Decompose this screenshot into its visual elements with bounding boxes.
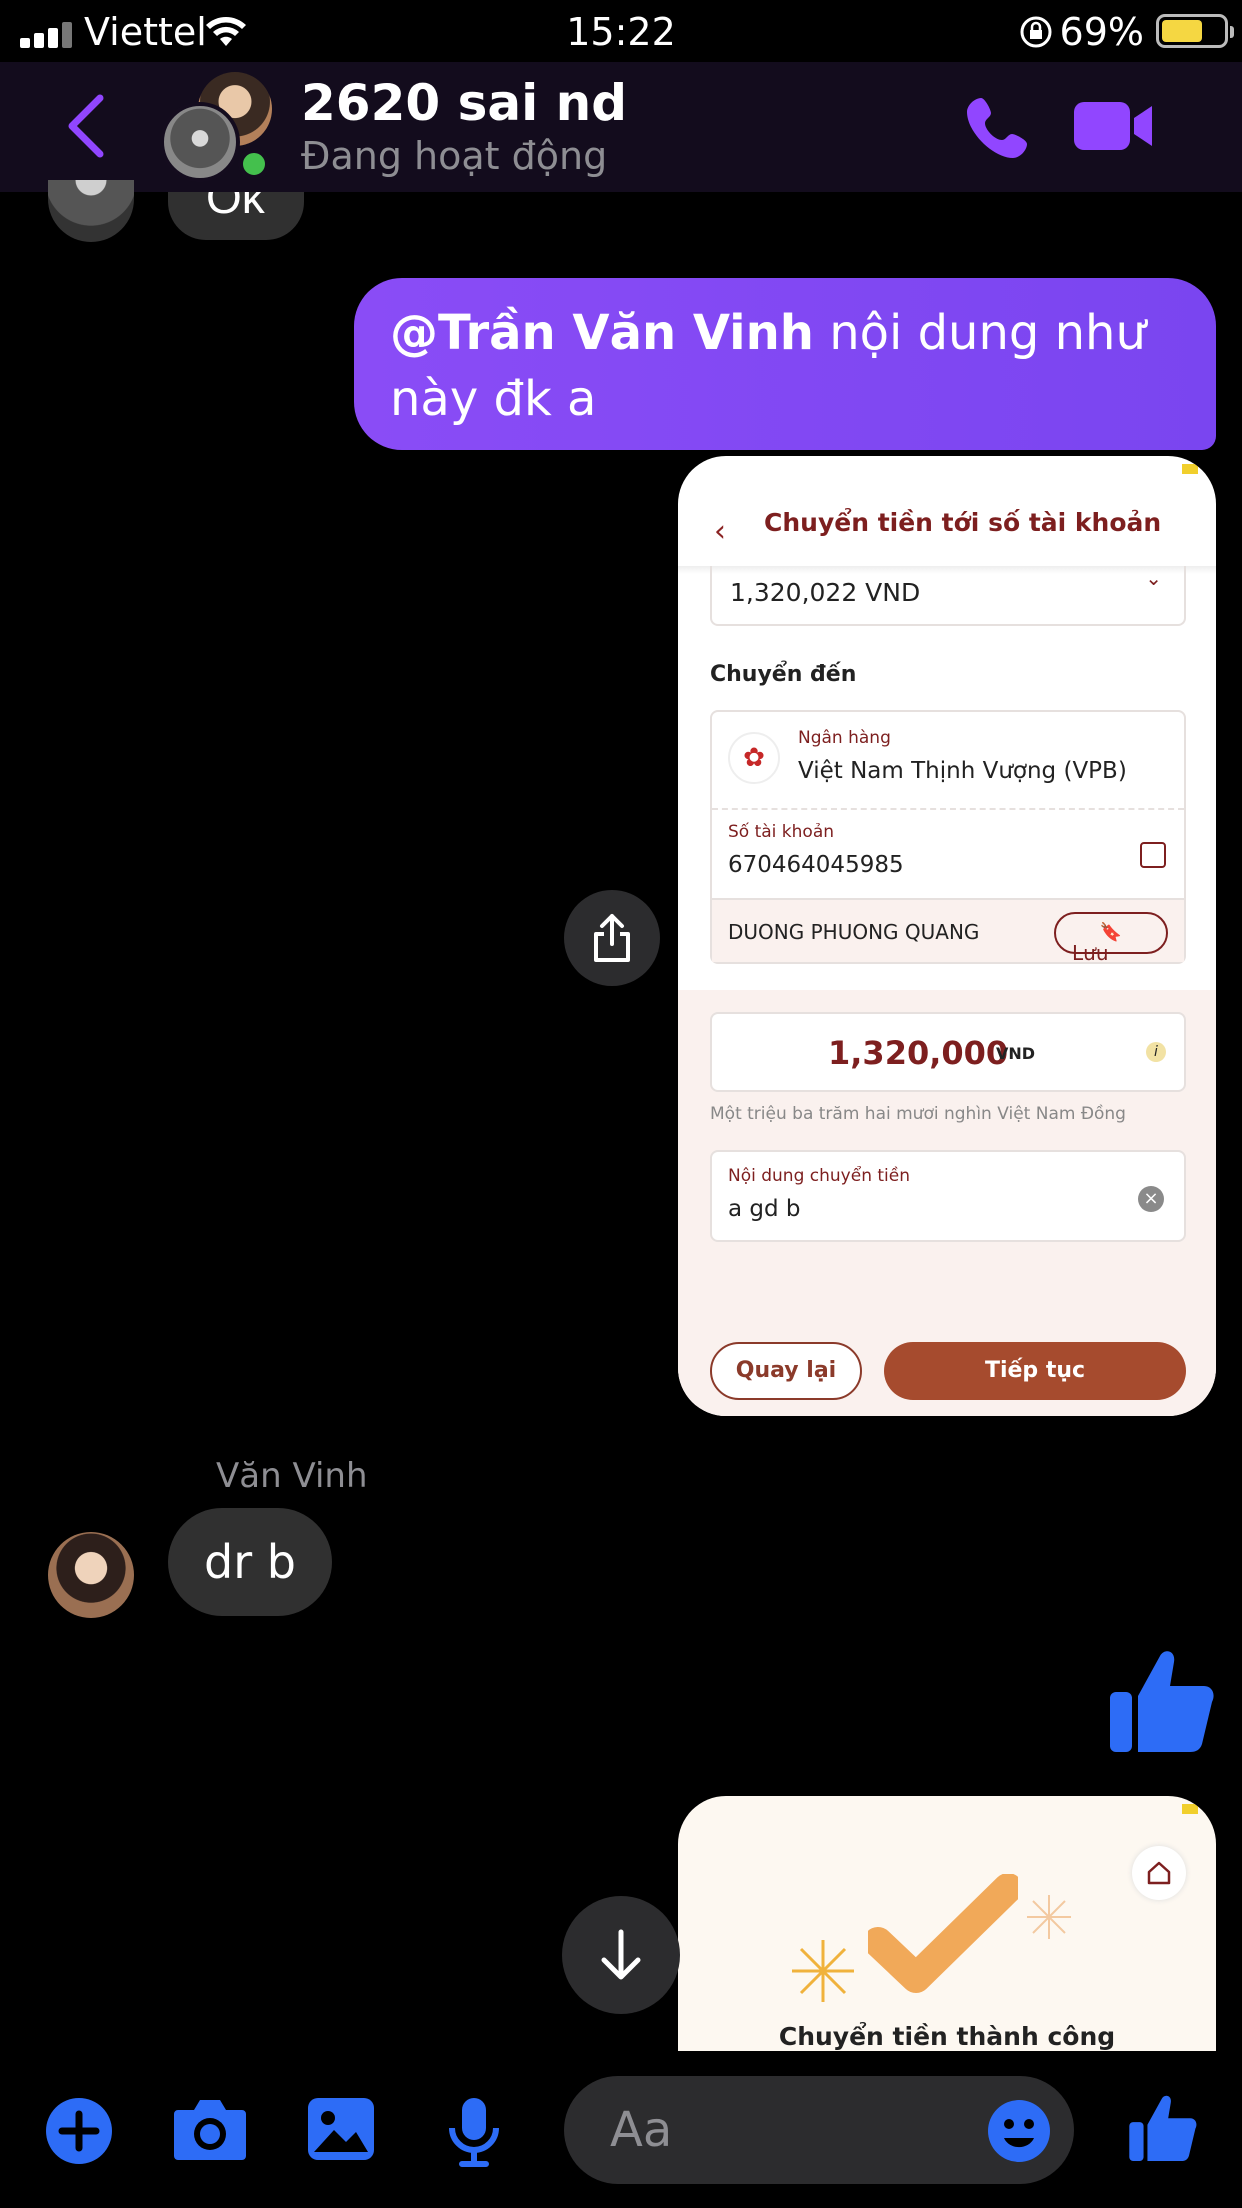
image-attachment-transfer-form[interactable]: ‹ Chuyển tiền tới số tài khoản 1,320,022…: [678, 456, 1216, 1416]
contact-book-icon: [1140, 842, 1166, 868]
amount-value: 1,320,000: [828, 1034, 1009, 1072]
online-status-dot: [238, 148, 270, 180]
incoming-message-bubble[interactable]: dr b: [168, 1508, 332, 1616]
home-icon: [1132, 1846, 1186, 1900]
input-placeholder: Aa: [610, 2102, 673, 2158]
info-icon: i: [1146, 1042, 1166, 1062]
bank-logo-icon: ✿: [728, 732, 780, 784]
thumbs-up-icon[interactable]: [1108, 1646, 1216, 1756]
image-attachment-transfer-success[interactable]: Chuyển tiền thành công: [678, 1796, 1216, 2051]
section-label: Chuyển đến: [710, 662, 857, 687]
source-amount-field: 1,320,022 VND ⌄: [710, 566, 1186, 626]
image-icon[interactable]: [306, 2096, 376, 2162]
chevron-left-icon[interactable]: [62, 92, 112, 160]
amount-field: 1,320,000 VND i: [710, 1012, 1186, 1092]
transfer-note-field: Nội dung chuyển tiền a gd b ×: [710, 1150, 1186, 1242]
account-label: Số tài khoản: [728, 822, 835, 842]
amount-in-words: Một triệu ba trăm hai mươi nghìn Việt Na…: [710, 1104, 1126, 1124]
video-camera-icon[interactable]: [1072, 98, 1154, 154]
sender-avatar[interactable]: [48, 180, 134, 242]
thumbs-up-icon[interactable]: [1128, 2092, 1198, 2164]
sparkle-icon: [792, 1940, 854, 2002]
chevron-down-icon: ⌄: [1145, 566, 1162, 590]
transfer-screen-title: Chuyển tiền tới số tài khoản: [764, 508, 1162, 537]
message-text: Ok: [206, 192, 265, 223]
sender-avatar[interactable]: [48, 1532, 134, 1618]
sparkle-icon: [1027, 1895, 1071, 1939]
currency-label: VND: [996, 1044, 1036, 1063]
scroll-to-bottom-button[interactable]: [562, 1896, 680, 2014]
recipient-box: ✿ Ngân hàng Việt Nam Thịnh Vượng (VPB) S…: [710, 710, 1186, 965]
divider: [712, 808, 1184, 810]
microphone-icon[interactable]: [446, 2096, 502, 2168]
mention-link[interactable]: @Trần Văn Vinh: [390, 305, 814, 361]
battery-percent: 69%: [1059, 10, 1144, 54]
status-indicator: [1182, 464, 1198, 474]
continue-button: Tiếp tục: [884, 1342, 1186, 1400]
plus-icon[interactable]: [44, 2096, 114, 2166]
save-recipient-button: 🔖 Lưu: [1054, 912, 1168, 965]
save-label: Lưu: [1072, 941, 1109, 965]
recipient-name-row: DUONG PHUONG QUANG 🔖 Lưu: [712, 898, 1184, 965]
incoming-message-bubble[interactable]: Ok: [168, 192, 304, 240]
note-label: Nội dung chuyển tiền: [728, 1166, 910, 1186]
note-value: a gd b: [728, 1196, 801, 1222]
arrow-down-icon: [601, 1929, 641, 1980]
clock: 15:22: [566, 10, 676, 54]
battery-icon: [1156, 14, 1234, 48]
bank-name: Việt Nam Thịnh Vượng (VPB): [798, 758, 1127, 784]
share-icon: [594, 914, 630, 962]
success-title: Chuyển tiền thành công: [778, 2022, 1116, 2051]
outgoing-message-bubble[interactable]: @Trần Văn Vinh nội dung như này đk a: [354, 278, 1216, 450]
emoji-icon[interactable]: [986, 2098, 1052, 2164]
phone-icon[interactable]: [963, 92, 1033, 162]
message-composer: Aa: [0, 2052, 1242, 2208]
orientation-lock-icon: [1020, 16, 1052, 48]
chat-header: 2620 sai nd Đang hoạt động: [0, 62, 1242, 192]
bank-label: Ngân hàng: [798, 728, 891, 748]
group-avatar-secondary[interactable]: [160, 102, 240, 182]
source-amount-value: 1,320,022 VND: [730, 578, 921, 607]
status-bar: Viettel 15:22 69%: [0, 0, 1242, 62]
chevron-left-icon: ‹: [714, 514, 726, 549]
sender-name: Văn Vinh: [216, 1456, 368, 1496]
conversation-title[interactable]: 2620 sai nd: [301, 74, 627, 132]
back-button: Quay lại: [710, 1342, 862, 1400]
camera-icon[interactable]: [172, 2096, 248, 2162]
clear-icon: ×: [1138, 1186, 1164, 1212]
message-input[interactable]: Aa: [564, 2076, 1074, 2184]
status-indicator: [1182, 1804, 1198, 1814]
share-button[interactable]: [564, 890, 660, 986]
active-status: Đang hoạt động: [301, 134, 608, 178]
account-number: 670464045985: [728, 852, 904, 878]
recipient-name: DUONG PHUONG QUANG: [728, 920, 980, 944]
checkmark-icon: [868, 1874, 1018, 1993]
